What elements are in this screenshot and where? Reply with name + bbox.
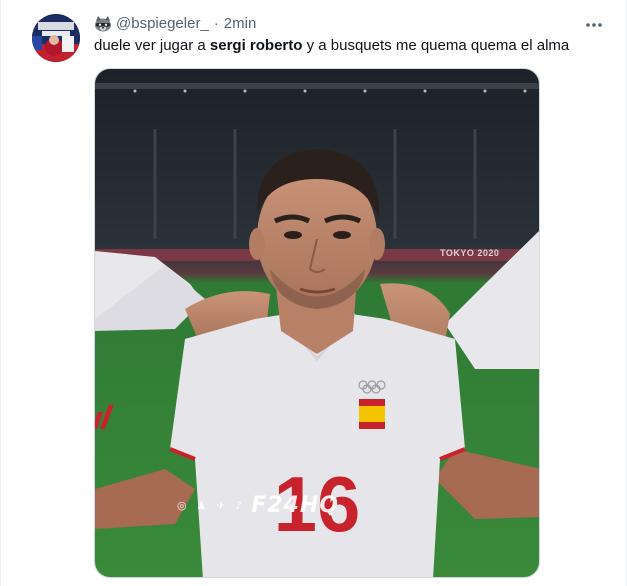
avatar[interactable]	[32, 14, 80, 62]
tweet-card[interactable]: @bspiegeler_ · 2min duele ver jugar a se…	[0, 0, 627, 586]
raccoon-icon	[94, 15, 112, 33]
timestamp[interactable]: 2min	[224, 14, 257, 34]
ellipsis-icon	[585, 15, 603, 33]
separator-dot: ·	[213, 15, 219, 32]
tweet-text: duele ver jugar a sergi roberto y a busq…	[94, 36, 569, 56]
watermark-brand: F24HQ	[251, 493, 339, 518]
username[interactable]: @bspiegeler_	[116, 14, 209, 34]
watermark: ◎ ♟ ✈ ♪ F24HQ	[177, 493, 339, 518]
tweet-text-bold[interactable]: sergi roberto	[210, 37, 303, 54]
tweet-header: @bspiegeler_ · 2min	[94, 14, 256, 34]
more-options-button[interactable]	[582, 12, 606, 36]
social-icons: ◎ ♟ ✈ ♪	[177, 499, 246, 512]
tweet-text-after: y a busquets me quema quema el alma	[302, 37, 570, 54]
stadium-banner-text: TOKYO 2020	[440, 248, 500, 258]
tweet-text-before: duele ver jugar a	[94, 37, 210, 54]
tweet-media-image[interactable]: 16 TOKYO 2020 ◎ ♟ ✈ ♪ F24HQ	[94, 68, 540, 578]
